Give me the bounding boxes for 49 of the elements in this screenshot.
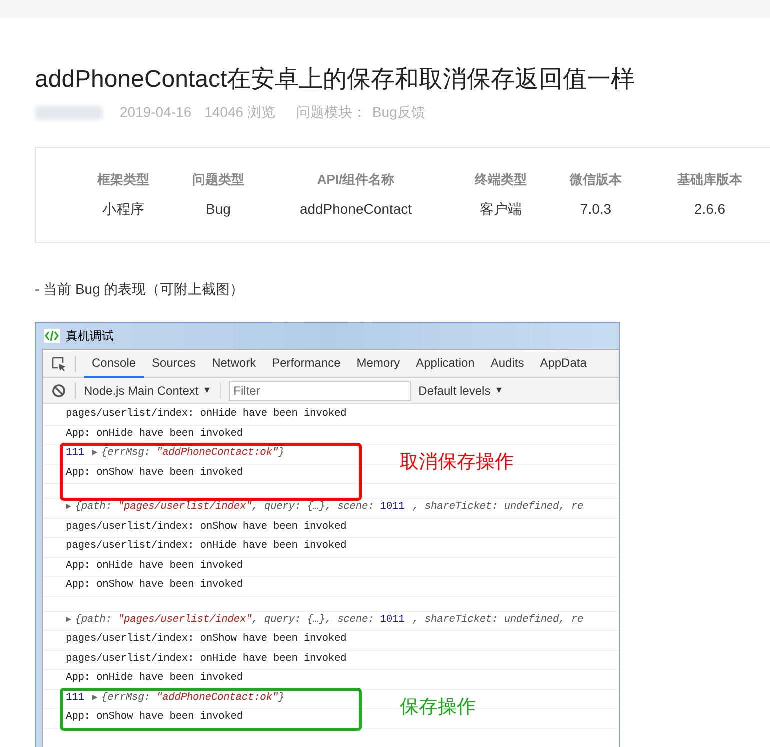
page-title: addPhoneContact在安卓上的保存和取消保存返回值一样 [35, 65, 636, 95]
info-value: 7.0.3 [580, 200, 612, 220]
info-label: 基础库版本 [678, 170, 742, 189]
console-message: App: onShow have been invoked [66, 710, 243, 726]
blurred-author [35, 106, 103, 120]
info-label: 微信版本 [570, 170, 622, 189]
info-value: 2.6.6 [694, 200, 726, 220]
view-count: 14046 浏览 [204, 103, 276, 122]
console-message: pages/userlist/index: onHide have been invoked [66, 539, 347, 554]
console-message: App: onHide have been invoked [66, 558, 243, 574]
info-label: 问题类型 [192, 170, 244, 189]
info-value: 客户端 [480, 200, 522, 220]
console-object: ▶ {path: "pages/userlist/index", query: {…}, scene: 1011 , shareTicket: undefined, re [66, 500, 584, 516]
devtools-tab[interactable]: Audits [482, 350, 532, 378]
console-object: 111 ▶ {errMsg: "addPhoneContact:ok"} [66, 446, 285, 462]
filter-field[interactable]: Filter [228, 380, 411, 400]
info-value: 小程序 [102, 200, 144, 220]
info-value: addPhoneContact [300, 200, 412, 220]
devtools-tab[interactable]: Network [204, 350, 264, 378]
console-message: App: onShow have been invoked [66, 578, 243, 594]
module-info: 问题模块： Bug反馈 [296, 103, 426, 122]
info-label: 终端类型 [475, 170, 527, 189]
console-object: ▶ {path: "pages/userlist/index", query: {…}, scene: 1011 , shareTicket: undefined, re [66, 612, 584, 628]
console-object: 111 ▶ {errMsg: "addPhoneContact:ok"} [66, 690, 285, 706]
console-message: pages/userlist/index: onHide have been invoked [66, 652, 347, 667]
console-message: App: onShow have been invoked [66, 466, 243, 481]
devtools-tab[interactable]: Performance [264, 350, 349, 378]
clear-icon[interactable] [52, 384, 66, 398]
window-title: 真机调试 [66, 328, 114, 345]
post-date: 2019-04-16 [120, 103, 192, 122]
context-dropdown[interactable]: Node.js Main Context ▼ [84, 382, 212, 400]
section-heading: - 当前 Bug 的表现（可附上截图） [35, 280, 246, 299]
annotation-label: 取消保存操作 [400, 451, 514, 475]
devtools-tab[interactable]: Application [408, 350, 483, 378]
devtools-tab[interactable]: Sources [144, 350, 204, 378]
devtools-tab[interactable]: Memory [348, 350, 408, 378]
console-message: App: onHide have been invoked [66, 426, 243, 442]
levels-dropdown[interactable]: Default levels ▼ [418, 382, 504, 400]
info-value: Bug [206, 200, 231, 220]
code-icon [44, 329, 60, 343]
console-message: pages/userlist/index: onShow have been invoked [66, 520, 347, 535]
devtools-tab[interactable]: AppData [532, 350, 595, 378]
inspect-icon[interactable] [51, 356, 67, 372]
console-message: pages/userlist/index: onHide have been invoked [66, 407, 347, 422]
info-label: API/组件名称 [317, 170, 395, 189]
info-label: 框架类型 [98, 170, 150, 189]
console-message: pages/userlist/index: onShow have been invoked [66, 632, 347, 648]
annotation-label: 保存操作 [400, 696, 476, 720]
console-message: App: onHide have been invoked [66, 671, 243, 686]
